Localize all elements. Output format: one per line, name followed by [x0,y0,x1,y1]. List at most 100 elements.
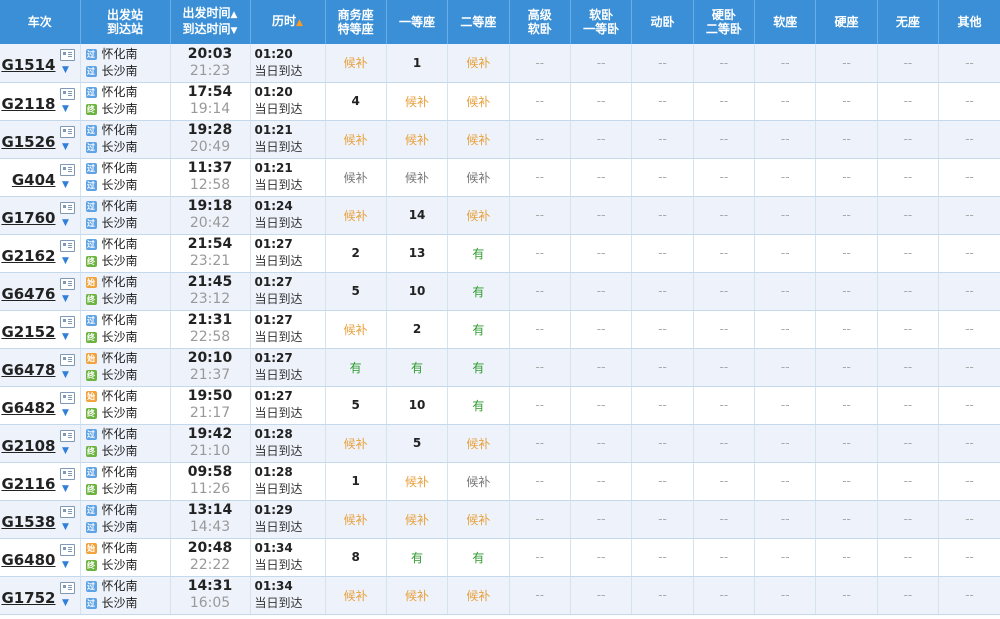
seat-availability[interactable]: 候补 [325,424,387,463]
seat-availability[interactable]: 候补 [325,500,387,539]
train-row[interactable]: G404 ▼ 过怀化南过长沙南 11:37 12:58 01:21 当日到达 候补 候补 候补 --… [0,158,1000,197]
seat-value[interactable]: 候补 [405,475,429,489]
stop-info-icon[interactable] [60,125,75,138]
stop-info-icon[interactable] [60,505,75,518]
train-number-link[interactable]: G6480 [1,551,55,569]
seat-value[interactable]: 候补 [344,209,368,223]
seat-availability[interactable]: 候补 [325,120,387,159]
stop-info-icon[interactable] [60,581,75,594]
stop-info-icon[interactable] [60,49,75,61]
seat-availability[interactable]: 候补 [386,462,449,501]
seat-value[interactable]: 候补 [405,133,429,147]
seat-value[interactable]: 候补 [466,171,490,185]
seat-availability[interactable]: 候补 [325,196,387,235]
stop-info-icon[interactable] [60,391,75,404]
seat-value[interactable]: 候补 [344,133,368,147]
stop-info-icon[interactable] [60,429,75,442]
seat-value[interactable]: 候补 [466,56,490,70]
chevron-down-icon[interactable]: ▼ [62,65,69,75]
seat-value[interactable]: 候补 [466,133,490,147]
train-row[interactable]: G6480 ▼ 始怀化南终长沙南 20:48 22:22 01:34 当日到达 8 有有 -- --… [0,538,1000,577]
train-row[interactable]: G6478 ▼ 始怀化南终长沙南 20:10 21:37 01:27 当日到达有有有 -- --… [0,348,1000,387]
seat-value[interactable]: 候补 [405,171,429,185]
stop-info-icon[interactable] [60,163,75,176]
seat-value[interactable]: 候补 [344,437,368,451]
train-number-link[interactable]: G2116 [1,475,55,493]
train-row[interactable]: G2108 ▼ 过怀化南终长沙南 19:42 21:10 01:28 当日到达 候补 5 候补 --… [0,424,1000,463]
chevron-down-icon[interactable]: ▼ [62,484,69,494]
seat-value[interactable]: 候补 [466,513,490,527]
train-row[interactable]: G2162 ▼ 过怀化南终长沙南 21:54 23:21 01:27 当日到达 2 13 有 -- -… [0,234,1000,273]
header-duration[interactable]: 历时▲ [250,0,326,44]
seat-value[interactable]: 候补 [466,209,490,223]
chevron-down-icon[interactable]: ▼ [62,522,69,532]
chevron-down-icon[interactable]: ▼ [62,446,69,456]
seat-value[interactable]: 候补 [466,95,490,109]
train-number-link[interactable]: G6476 [1,285,55,303]
train-row[interactable]: G1752 ▼ 过怀化南过长沙南 14:31 16:05 01:34 当日到达 候补 候补 候补 -… [0,576,1000,615]
train-number-link[interactable]: G2118 [1,95,55,113]
seat-availability[interactable]: 候补 [447,120,510,159]
stop-info-icon[interactable] [60,277,75,290]
seat-availability[interactable]: 候补 [447,576,510,615]
seat-value[interactable]: 候补 [344,171,368,185]
sort-down-icon[interactable]: ▼ [231,26,238,36]
train-number-link[interactable]: G2162 [1,247,55,265]
seat-availability[interactable]: 候补 [386,82,449,121]
seat-value[interactable]: 候补 [405,95,429,109]
seat-value[interactable]: 候补 [405,589,429,603]
chevron-down-icon[interactable]: ▼ [62,142,69,152]
stop-info-icon[interactable] [60,239,75,252]
seat-value[interactable]: 候补 [405,513,429,527]
train-number-link[interactable]: G1752 [1,589,55,607]
stop-info-icon[interactable] [60,315,75,328]
chevron-down-icon[interactable]: ▼ [62,104,69,114]
seat-availability[interactable]: 候补 [447,44,510,83]
train-row[interactable]: G6476 ▼ 始怀化南终长沙南 21:45 23:12 01:27 当日到达 5 10 有 -- -… [0,272,1000,311]
seat-value[interactable]: 候补 [344,56,368,70]
chevron-down-icon[interactable]: ▼ [62,598,69,608]
seat-value[interactable]: 候补 [466,475,490,489]
train-number-link[interactable]: G6478 [1,361,55,379]
train-row[interactable]: G2152 ▼ 过怀化南终长沙南 21:31 22:58 01:27 当日到达 候补 2 有 -- -… [0,310,1000,349]
stop-info-icon[interactable] [60,201,75,214]
train-row[interactable]: G6482 ▼ 始怀化南终长沙南 19:50 21:17 01:27 当日到达 5 10 有 -- -… [0,386,1000,425]
seat-availability[interactable]: 候补 [325,158,387,197]
seat-value[interactable]: 候补 [344,589,368,603]
train-row[interactable]: G2116 ▼ 过怀化南终长沙南 09:58 11:26 01:28 当日到达 1 候补 候补 --… [0,462,1000,501]
sort-duration-icon[interactable]: ▲ [296,18,303,28]
stop-info-icon[interactable] [60,467,75,480]
seat-availability[interactable]: 候补 [447,462,510,501]
chevron-down-icon[interactable]: ▼ [62,256,69,266]
chevron-down-icon[interactable]: ▼ [62,560,69,570]
chevron-down-icon[interactable]: ▼ [62,332,69,342]
seat-value[interactable]: 候补 [466,589,490,603]
train-number-link[interactable]: G1526 [1,133,55,151]
seat-value[interactable]: 候补 [344,513,368,527]
chevron-down-icon[interactable]: ▼ [62,294,69,304]
chevron-down-icon[interactable]: ▼ [62,370,69,380]
header-time[interactable]: 出发时间▲ 到达时间▼ [170,0,251,44]
train-number-link[interactable]: G2108 [1,437,55,455]
seat-availability[interactable]: 候补 [386,120,449,159]
train-row[interactable]: G1760 ▼ 过怀化南过长沙南 19:18 20:42 01:24 当日到达 候补 14 候补 -… [0,196,1000,235]
train-number-link[interactable]: G6482 [1,399,55,417]
sort-departure-time[interactable]: 出发时间▲ [171,6,250,22]
seat-availability[interactable]: 候补 [447,424,510,463]
chevron-down-icon[interactable]: ▼ [62,180,69,190]
seat-availability[interactable]: 候补 [447,196,510,235]
train-number-link[interactable]: G1760 [1,209,55,227]
stop-info-icon[interactable] [60,353,75,366]
train-number-link[interactable]: G2152 [1,323,55,341]
seat-availability[interactable]: 候补 [447,82,510,121]
seat-availability[interactable]: 候补 [325,576,387,615]
seat-availability[interactable]: 候补 [386,576,449,615]
train-row[interactable]: G1514 ▼ 过怀化南过长沙南 20:03 21:23 01:20 当日到达 候补 1 候补 --… [0,44,1000,83]
seat-availability[interactable]: 候补 [447,500,510,539]
train-number-link[interactable]: G1514 [1,56,55,74]
sort-arrival-time[interactable]: 到达时间▼ [171,22,250,38]
train-number-link[interactable]: G1538 [1,513,55,531]
seat-value[interactable]: 候补 [344,323,368,337]
seat-availability[interactable]: 候补 [447,158,510,197]
sort-up-icon[interactable]: ▲ [231,10,238,20]
